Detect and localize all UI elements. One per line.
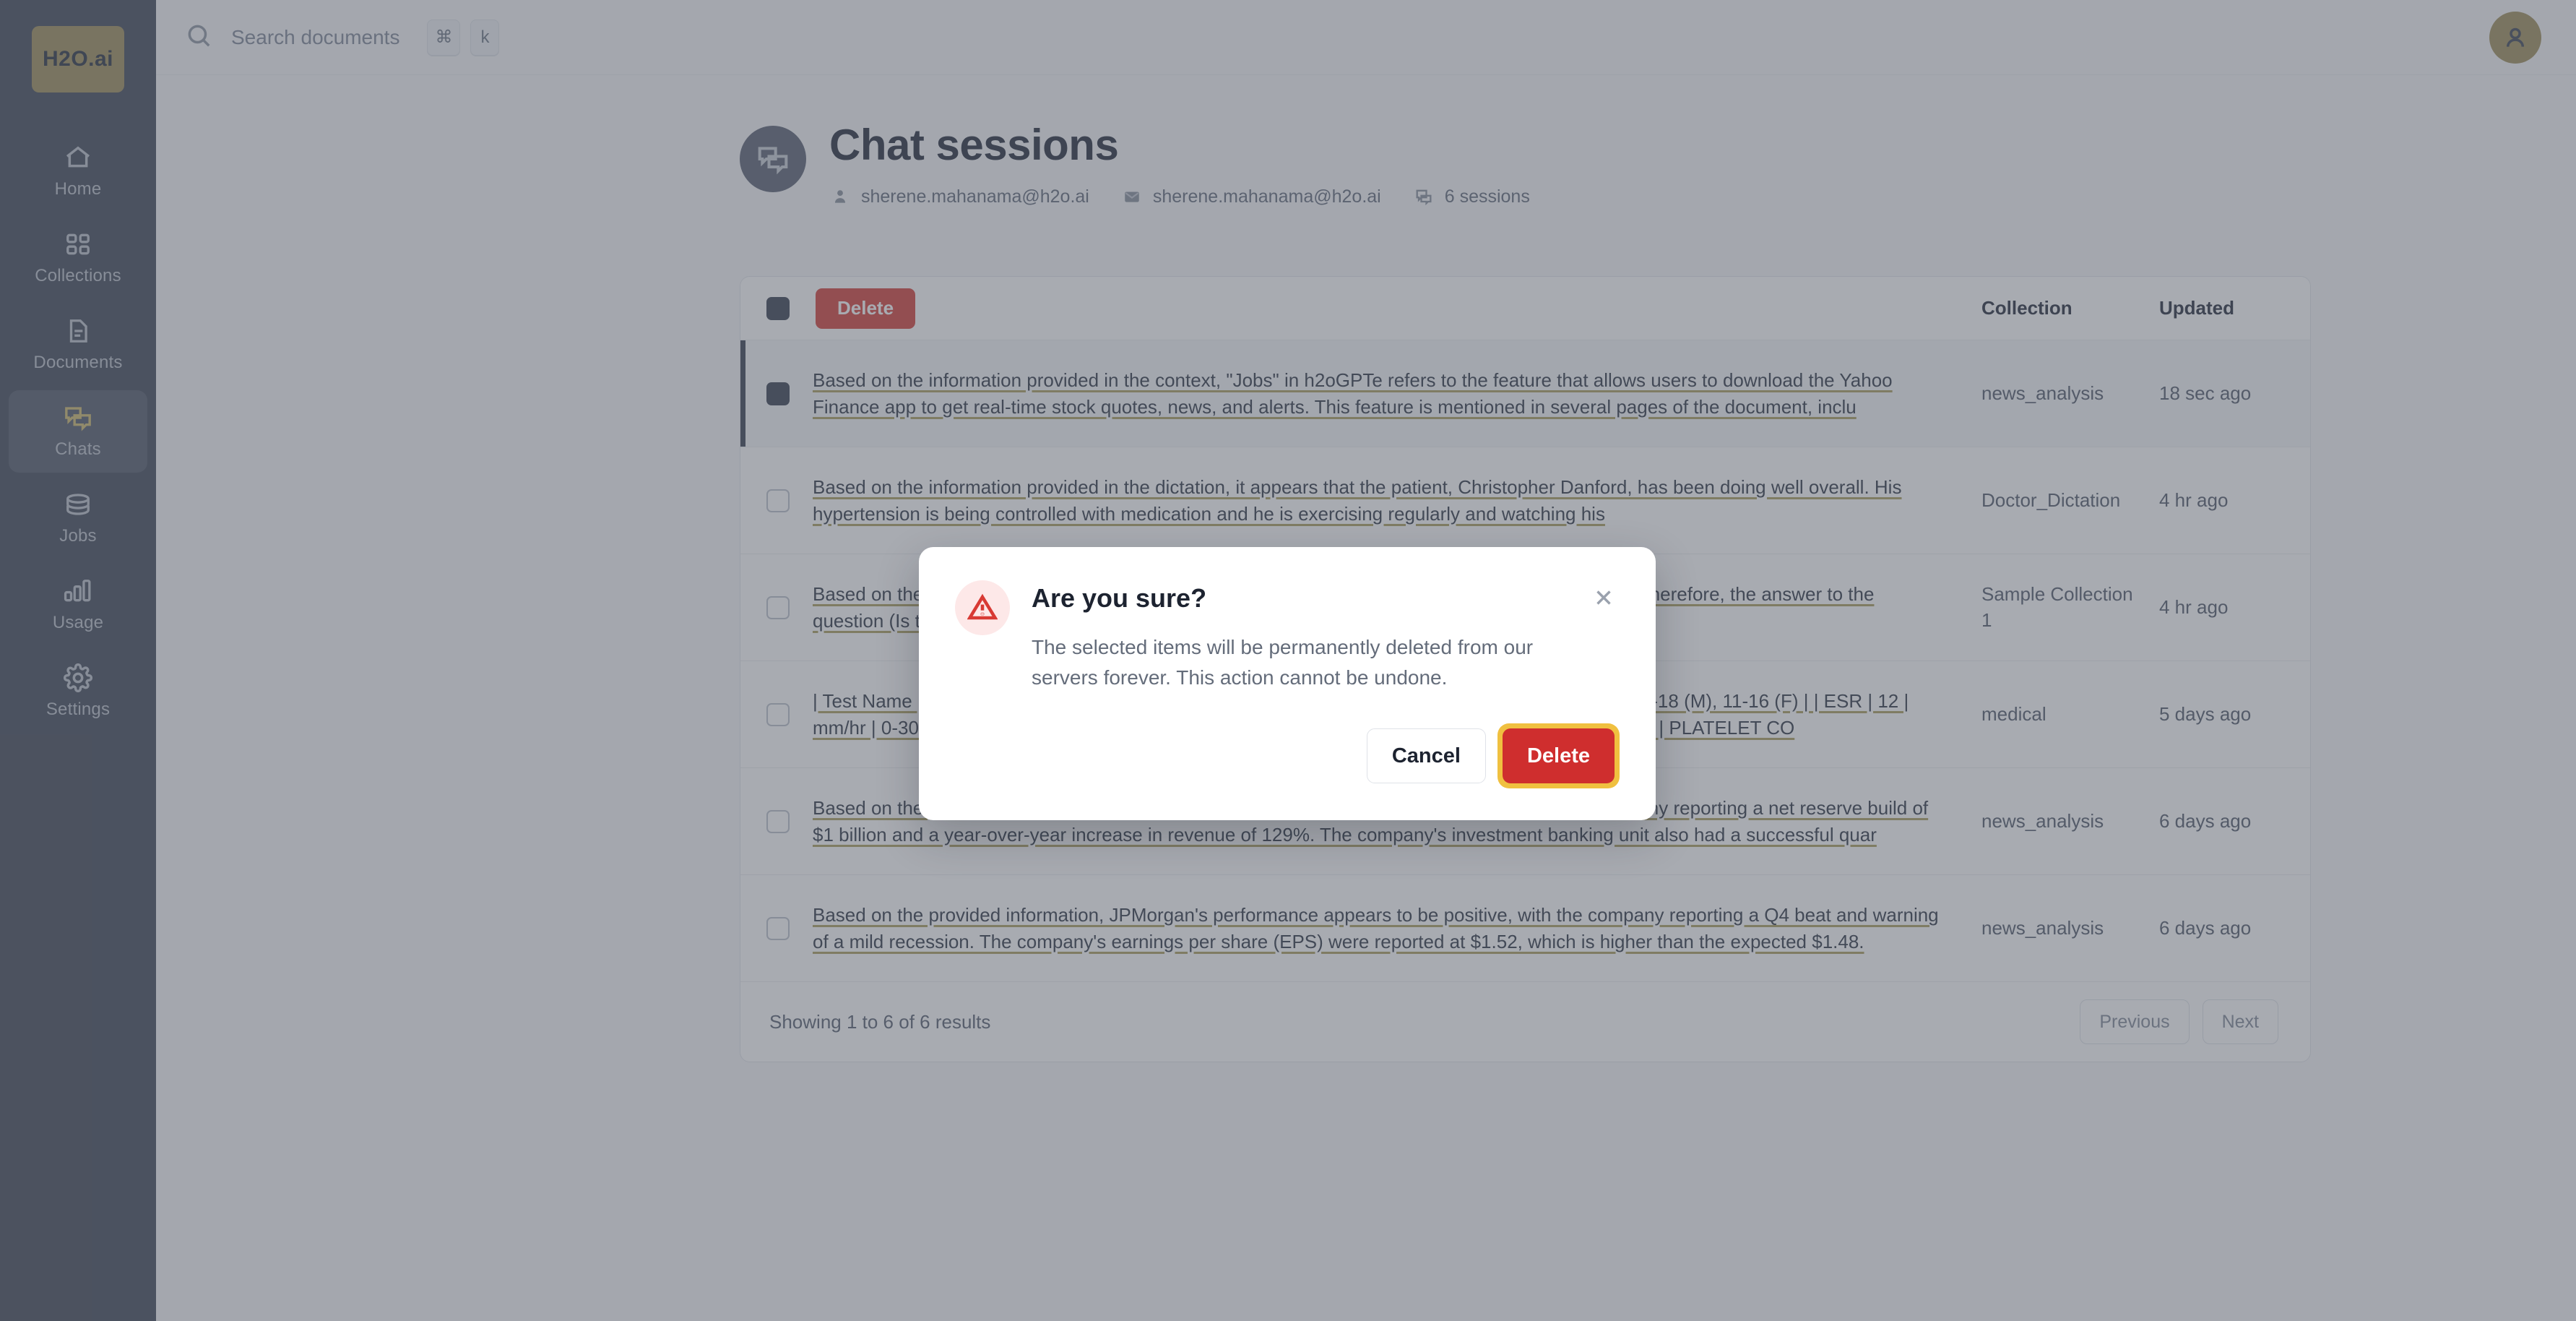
close-icon[interactable] [1588, 582, 1620, 614]
confirm-delete-dialog: Are you sure? The selected items will be… [919, 547, 1656, 820]
app-root: H2O.ai Home Collections Documents Chats … [0, 0, 2576, 1321]
dialog-actions: Cancel Delete [955, 723, 1620, 788]
confirm-delete-button[interactable]: Delete [1502, 728, 1615, 783]
dialog-message: The selected items will be permanently d… [1032, 636, 1534, 689]
dialog-header: Are you sure? The selected items will be… [955, 580, 1620, 693]
dialog-body: Are you sure? The selected items will be… [1032, 580, 1566, 693]
dialog-title: Are you sure? [1032, 583, 1207, 613]
delete-button-focus-ring: Delete [1497, 723, 1620, 788]
warning-triangle-icon [955, 580, 1010, 635]
cancel-button[interactable]: Cancel [1366, 728, 1486, 783]
